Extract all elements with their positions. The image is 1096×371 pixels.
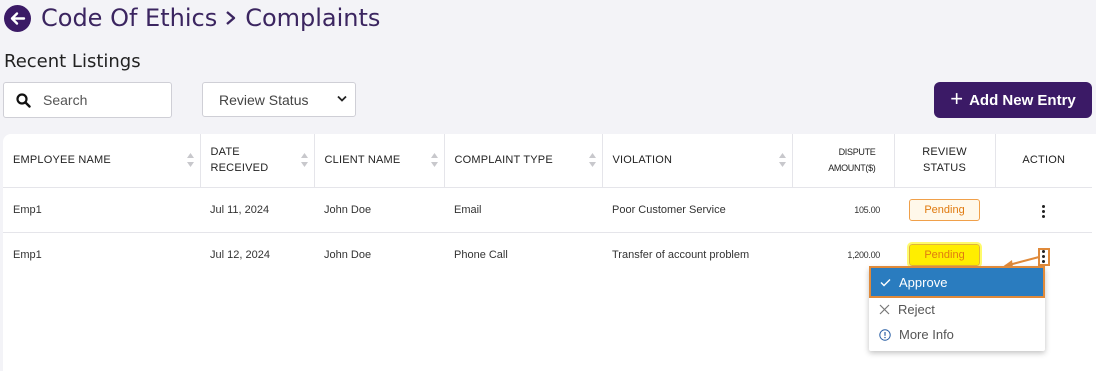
cell-employee: Emp1 [3,187,200,233]
column-header-dispute-amount[interactable]: DISPUTE AMOUNT($) [792,134,895,188]
sort-icon[interactable] [186,153,194,167]
table-header-row: EMPLOYEE NAME DATE RECEIVED CLIENT NAME … [3,134,1092,188]
cell-amount: 105.00 [792,187,894,233]
status-badge: Pending [907,241,982,268]
column-header-client-name[interactable]: CLIENT NAME [314,134,445,188]
check-icon [880,278,891,286]
breadcrumb: Code Of Ethics Complaints [41,4,380,32]
sort-icon[interactable] [778,153,786,167]
table-row[interactable]: Emp1 Jul 11, 2024 John Doe Email Poor Cu… [3,187,1092,233]
cell-client: John Doe [324,248,372,261]
more-actions-icon[interactable] [1039,204,1049,220]
cell-client: John Doe [314,187,444,233]
cell-status: Pending [894,187,995,233]
status-badge: Pending [909,198,980,221]
cell-violation: Transfer of account problem [612,248,750,261]
cell-date: Jul 11, 2024 [200,187,314,233]
x-icon [879,304,890,315]
menu-item-reject[interactable]: Reject [869,297,1045,322]
add-new-entry-label: Add New Entry [969,91,1076,109]
more-actions-icon[interactable] [1037,247,1050,266]
plus-icon: + [950,86,964,111]
search-box[interactable] [3,82,172,118]
cell-employee: Emp1 [13,248,42,261]
cell-complaint-type: Phone Call [454,248,508,261]
review-status-select-value: Review Status [219,91,309,108]
search-icon [16,92,31,108]
menu-item-approve[interactable]: Approve [869,266,1045,298]
cell-complaint-type: Email [444,187,602,233]
back-button[interactable] [4,4,31,32]
sort-icon[interactable] [300,153,308,167]
page-header: Code Of Ethics Complaints [4,4,380,32]
breadcrumb-code-of-ethics[interactable]: Code Of Ethics [41,4,217,32]
breadcrumb-complaints: Complaints [245,4,381,32]
chevron-right-icon [225,9,237,27]
menu-item-label: Approve [899,274,948,290]
info-icon [879,328,891,341]
arrow-left-icon [10,11,26,25]
search-input[interactable] [43,92,153,108]
column-header-complaint-type[interactable]: COMPLAINT TYPE [444,134,603,188]
menu-item-label: More Info [899,327,954,342]
section-title: Recent Listings [4,51,141,72]
action-dropdown-menu: Approve Reject More Info [869,266,1045,351]
column-header-employee-name[interactable]: EMPLOYEE NAME [3,134,201,188]
cell-action [995,187,1092,233]
complaints-table: EMPLOYEE NAME DATE RECEIVED CLIENT NAME … [3,134,1092,277]
cell-date: Jul 12, 2024 [210,248,270,261]
column-header-violation[interactable]: VIOLATION [602,134,793,188]
column-header-review-status: REVIEW STATUS [894,134,996,188]
sort-icon[interactable] [430,153,438,167]
cell-violation: Poor Customer Service [602,187,792,233]
column-header-date-received[interactable]: DATE RECEIVED [200,134,315,188]
column-header-action: ACTION [995,134,1092,188]
menu-item-label: Reject [898,302,935,317]
chevron-down-icon [337,95,347,102]
menu-item-more-info[interactable]: More Info [869,322,1045,347]
review-status-select[interactable]: Review Status [202,82,356,117]
add-new-entry-button[interactable]: + Add New Entry [934,82,1092,118]
sort-icon[interactable] [588,153,596,167]
